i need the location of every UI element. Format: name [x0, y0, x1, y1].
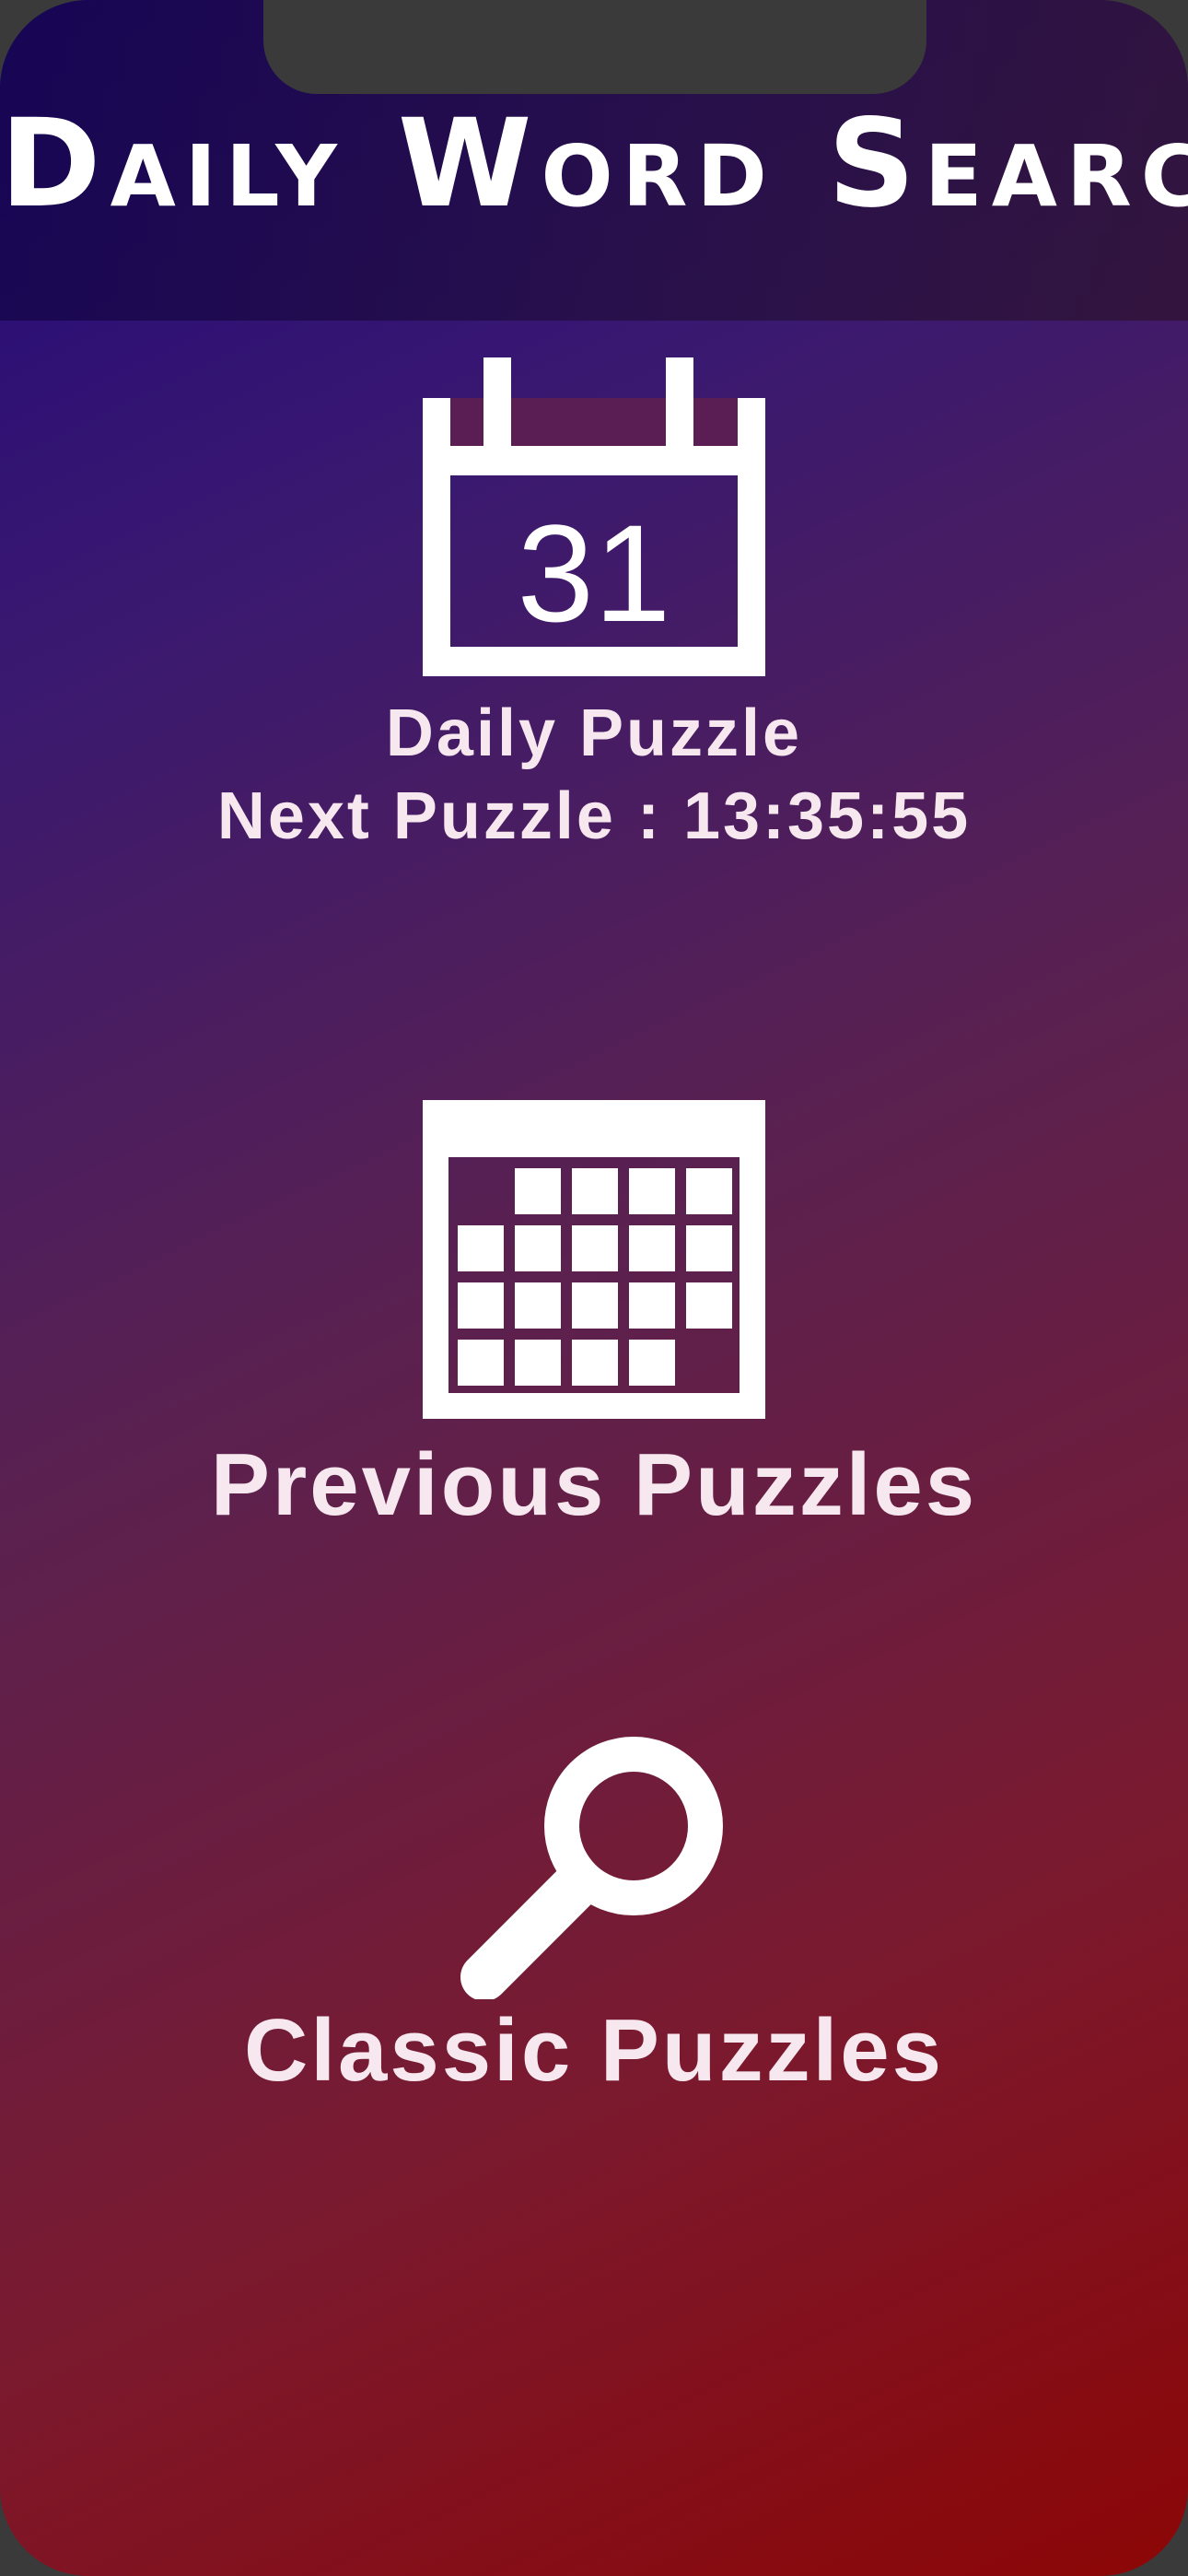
previous-puzzles-button[interactable]: Previous Puzzles [0, 1100, 1188, 1533]
calendar-month-icon [423, 1100, 765, 1419]
daily-puzzle-button[interactable]: 31 Daily Puzzle Next Puzzle : 13:35:55 [0, 357, 1188, 855]
next-puzzle-countdown: Next Puzzle : 13:35:55 [216, 779, 972, 853]
app-screen: Daily Word Search 31 Daily Puzzle Next P… [0, 0, 1188, 2576]
app-title: Daily Word Search [0, 93, 1188, 235]
magnifier-icon [460, 1737, 723, 1999]
daily-puzzle-label: Daily Puzzle [385, 697, 803, 770]
calendar-day-number: 31 [518, 496, 671, 650]
device-notch [263, 0, 926, 94]
classic-puzzles-label: Classic Puzzles [243, 2001, 945, 2100]
calendar-day-icon: 31 [423, 357, 765, 676]
classic-puzzles-button[interactable]: Classic Puzzles [0, 1732, 1188, 2101]
previous-puzzles-label: Previous Puzzles [210, 1435, 978, 1534]
